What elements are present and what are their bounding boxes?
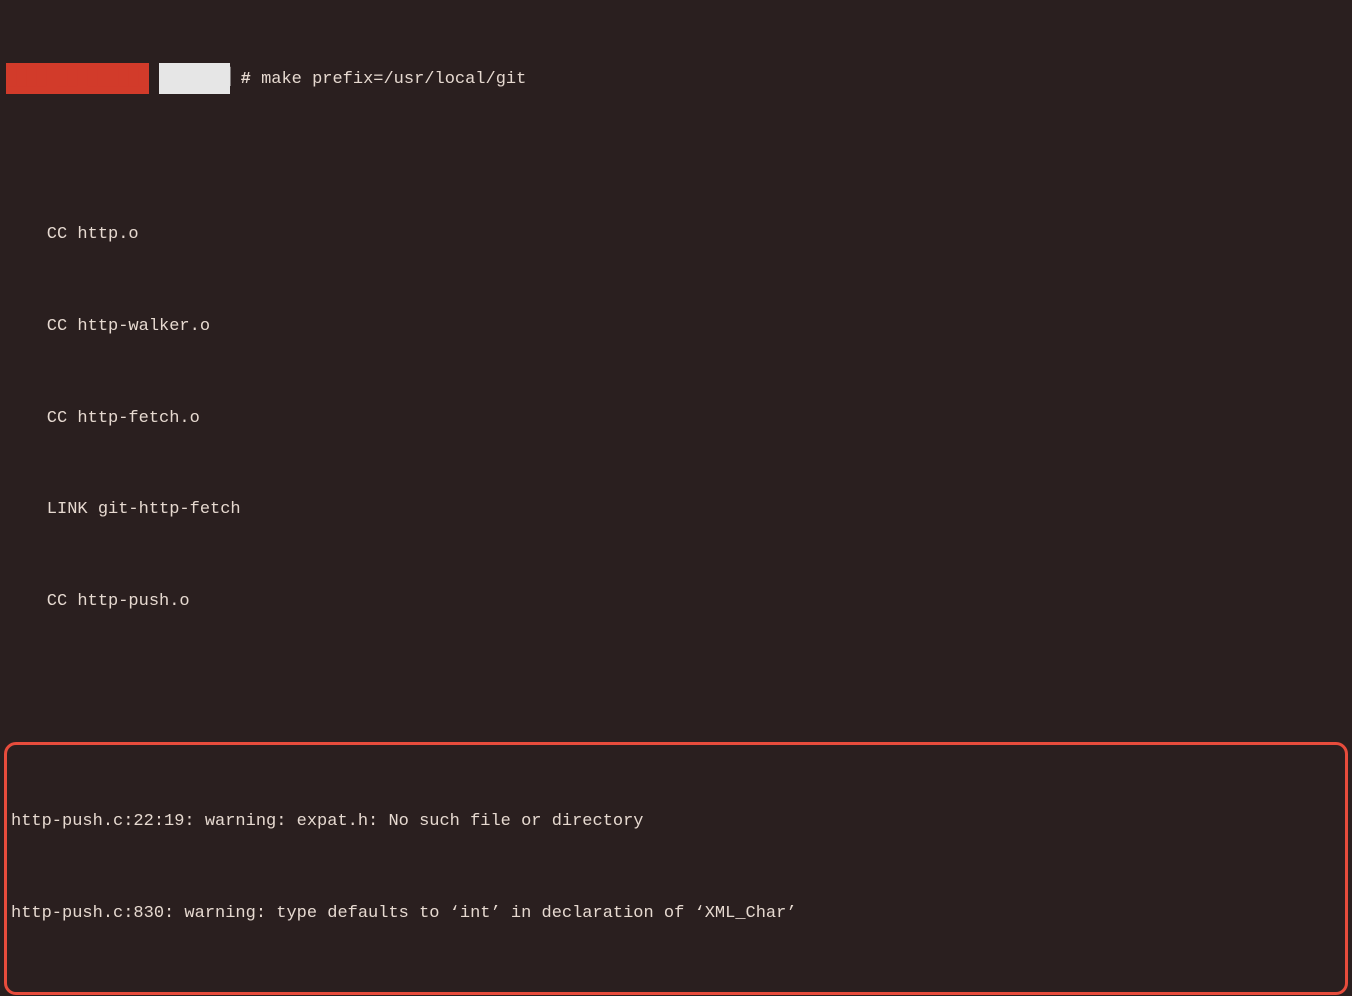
output-line: http-push.c:22:19: warning: expat.h: No … [9, 807, 1343, 838]
output-line: LINK git-http-fetch [0, 495, 1352, 526]
terminal[interactable]: ████ ██ ██████ ██ █ ██ # make prefix=/us… [0, 0, 1352, 996]
output-line: CC http-fetch.o [0, 404, 1352, 435]
output-pre-highlight: CC http.o CC http-walker.o CC http-fetch… [0, 159, 1352, 679]
output-line: CC http.o [0, 220, 1352, 251]
output-line: CC http-walker.o [0, 312, 1352, 343]
command-text: make prefix=/usr/local/git [261, 70, 526, 89]
output-line: CC http-push.o [0, 587, 1352, 618]
prompt-line: ████ ██ ██████ ██ █ ██ # make prefix=/us… [0, 61, 1352, 97]
output-line: http-push.c:830: warning: type defaults … [9, 899, 1343, 930]
prompt-separator: # [241, 70, 251, 89]
highlighted-warnings-box: http-push.c:22:19: warning: expat.h: No … [4, 742, 1348, 995]
prompt-path-redacted: ██ █ ██ [159, 63, 230, 94]
prompt-host-redacted: ████ ██ ██████ [6, 63, 149, 94]
